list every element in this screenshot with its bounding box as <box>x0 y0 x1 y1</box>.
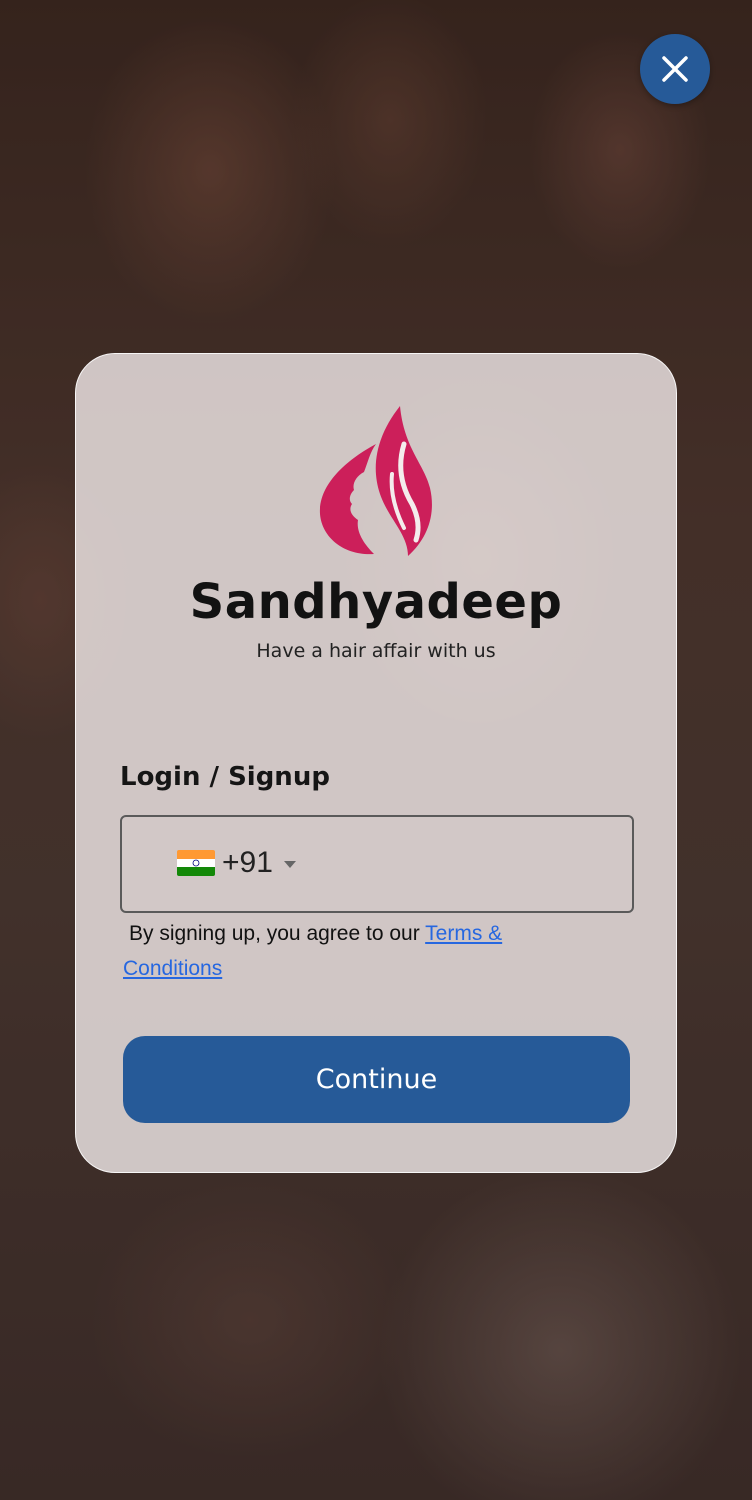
close-button[interactable] <box>640 34 710 104</box>
brand-tagline: Have a hair affair with us <box>256 640 496 662</box>
terms-prefix: By signing up, you agree to our <box>129 922 426 945</box>
woman-profile-flame-logo <box>319 406 432 556</box>
continue-button[interactable]: Continue <box>123 1036 630 1123</box>
login-heading: Login / Signup <box>120 762 330 792</box>
terms-notice: By signing up, you agree to our Terms & … <box>123 916 563 986</box>
country-dial-code[interactable]: +91 <box>222 846 273 880</box>
phone-field[interactable]: +91 <box>120 815 634 913</box>
chevron-down-icon[interactable] <box>284 861 296 868</box>
india-flag-icon[interactable] <box>177 850 215 876</box>
close-icon <box>662 56 688 82</box>
phone-input[interactable] <box>312 837 616 893</box>
brand-name: Sandhyadeep <box>189 574 563 630</box>
login-card: Sandhyadeep Have a hair affair with us L… <box>75 353 677 1173</box>
